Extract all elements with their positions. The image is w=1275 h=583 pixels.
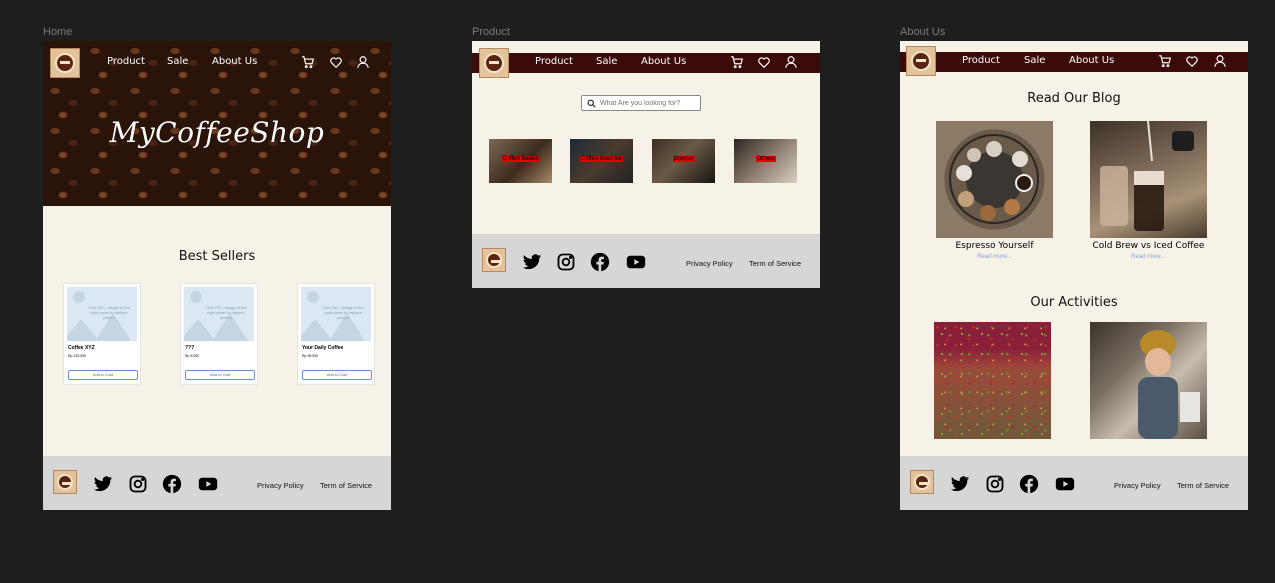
hero-title: MyCoffeeShop — [109, 116, 325, 149]
about-frame: Product Sale About Us Read Our Blog Espr… — [900, 41, 1248, 510]
cart-icon[interactable] — [1158, 54, 1172, 68]
instagram-icon[interactable] — [556, 252, 576, 272]
category-label: Coffee Machine — [579, 156, 624, 162]
nav-sale[interactable]: Sale — [596, 56, 617, 67]
footer-logo[interactable] — [53, 470, 77, 494]
terms-of-service-link[interactable]: Term of Service — [320, 481, 372, 490]
blog-section-title: Read Our Blog — [1027, 91, 1121, 106]
footer: Privacy Policy Term of Service — [472, 234, 820, 288]
footer: Privacy Policy Term of Service — [43, 456, 391, 510]
heart-icon[interactable] — [1185, 54, 1199, 68]
user-icon[interactable] — [784, 55, 798, 69]
home-frame: MyCoffeeShop Product Sale About Us Best … — [43, 41, 391, 510]
footer-logo[interactable] — [482, 248, 506, 272]
privacy-policy-link[interactable]: Privacy Policy — [686, 259, 733, 268]
nav-about[interactable]: About Us — [641, 56, 686, 67]
privacy-policy-link[interactable]: Privacy Policy — [257, 481, 304, 490]
blog-image-espresso[interactable] — [936, 121, 1053, 238]
read-more-link[interactable]: Read more... — [936, 254, 1053, 260]
footer: Privacy Policy Term of Service — [900, 456, 1248, 510]
logo[interactable] — [479, 48, 509, 78]
heart-icon[interactable] — [329, 55, 343, 69]
product-image: Click Fill > Image in the right panel to… — [301, 287, 371, 341]
category-label: Coffee Beans — [501, 156, 540, 162]
product-card: Click Fill > Image in the right panel to… — [297, 283, 375, 385]
product-image: Click Fill > Image in the right panel to… — [67, 287, 137, 341]
product-frame: Product Sale About Us Coffee Beans Coffe… — [472, 41, 820, 288]
twitter-icon[interactable] — [950, 474, 970, 494]
cart-icon[interactable] — [730, 55, 744, 69]
youtube-icon[interactable] — [626, 252, 646, 272]
activity-image-barista[interactable] — [1090, 322, 1207, 439]
nav-about[interactable]: About Us — [212, 56, 257, 67]
activities-section-title: Our Activities — [1030, 295, 1118, 310]
search-input[interactable] — [600, 97, 698, 109]
facebook-icon[interactable] — [590, 252, 610, 272]
instagram-icon[interactable] — [985, 474, 1005, 494]
twitter-icon[interactable] — [93, 474, 113, 494]
best-sellers-title: Best Sellers — [178, 249, 256, 264]
facebook-icon[interactable] — [162, 474, 182, 494]
category-label: Grinder — [672, 156, 695, 162]
product-card: Click Fill > Image in the right panel to… — [180, 283, 258, 385]
instagram-icon[interactable] — [128, 474, 148, 494]
terms-of-service-link[interactable]: Term of Service — [1177, 481, 1229, 490]
category-coffee-beans[interactable]: Coffee Beans — [489, 139, 552, 183]
product-card: Click Fill > Image in the right panel to… — [63, 283, 141, 385]
add-to-cart-button[interactable]: Add to Cart — [302, 370, 372, 380]
product-price: Rp 125.000 — [68, 354, 87, 358]
image-placeholder-hint: Click Fill > Image in the right panel to… — [88, 305, 130, 320]
activity-image-coffee-cherries[interactable] — [934, 322, 1051, 439]
youtube-icon[interactable] — [198, 474, 218, 494]
category-grinder[interactable]: Grinder — [652, 139, 715, 183]
product-image: Click Fill > Image in the right panel to… — [184, 287, 254, 341]
blog-post-title[interactable]: Cold Brew vs Iced Coffee — [1090, 241, 1207, 251]
frame-label-about[interactable]: About Us — [900, 26, 945, 38]
blog-post-title[interactable]: Espresso Yourself — [936, 241, 1053, 251]
add-to-cart-button[interactable]: Add to Cart — [68, 370, 138, 380]
footer-logo[interactable] — [910, 470, 934, 494]
terms-of-service-link[interactable]: Term of Service — [749, 259, 801, 268]
product-name: ??? — [185, 345, 195, 351]
frame-label-product[interactable]: Product — [472, 26, 510, 38]
nav-sale[interactable]: Sale — [167, 56, 188, 67]
product-name: Coffee XYZ — [68, 345, 95, 351]
add-to-cart-button[interactable]: Add to Cart — [185, 370, 255, 380]
user-icon[interactable] — [1213, 54, 1227, 68]
nav-product[interactable]: Product — [107, 56, 145, 67]
cart-icon[interactable] — [301, 55, 315, 69]
logo[interactable] — [50, 48, 80, 78]
nav-product[interactable]: Product — [962, 55, 1000, 66]
youtube-icon[interactable] — [1055, 474, 1075, 494]
blog-image-cold-brew[interactable] — [1090, 121, 1207, 238]
facebook-icon[interactable] — [1019, 474, 1039, 494]
product-name: Your Daily Coffee — [302, 345, 344, 351]
frame-label-home[interactable]: Home — [43, 26, 72, 38]
user-icon[interactable] — [356, 55, 370, 69]
product-price: Rp 95.000 — [302, 354, 319, 358]
image-placeholder-hint: Click Fill > Image in the right panel to… — [205, 305, 247, 320]
twitter-icon[interactable] — [522, 252, 542, 272]
nav-about[interactable]: About Us — [1069, 55, 1114, 66]
category-others[interactable]: Others — [734, 139, 797, 183]
category-label: Others — [755, 156, 776, 162]
logo[interactable] — [906, 46, 936, 76]
privacy-policy-link[interactable]: Privacy Policy — [1114, 481, 1161, 490]
image-placeholder-hint: Click Fill > Image in the right panel to… — [322, 305, 364, 320]
search-bar[interactable] — [581, 95, 701, 111]
nav-sale[interactable]: Sale — [1024, 55, 1045, 66]
product-price: Rp 5.000 — [185, 354, 200, 358]
heart-icon[interactable] — [757, 55, 771, 69]
nav-product[interactable]: Product — [535, 56, 573, 67]
search-icon — [587, 99, 596, 108]
category-coffee-machine[interactable]: Coffee Machine — [570, 139, 633, 183]
read-more-link[interactable]: Read more... — [1090, 254, 1207, 260]
